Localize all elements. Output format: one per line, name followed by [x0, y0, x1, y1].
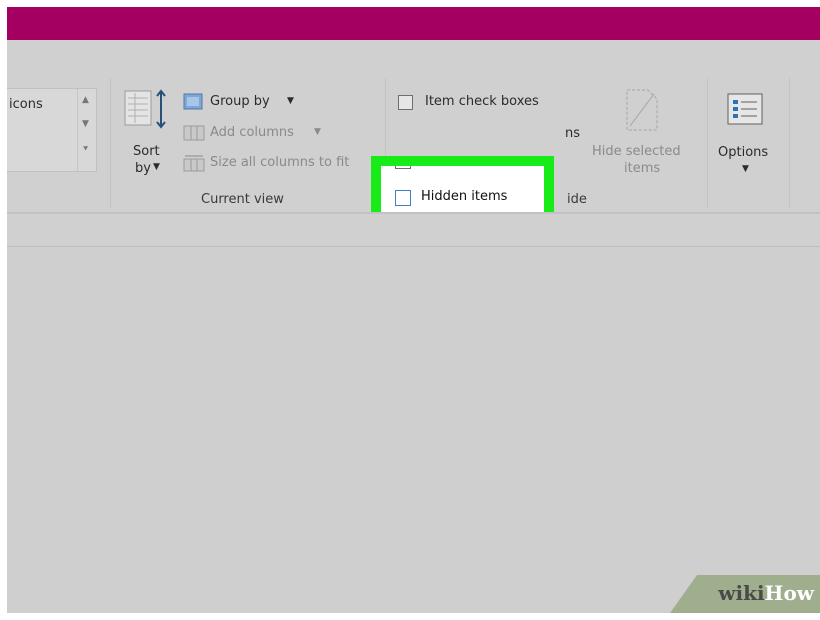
file-list-pane	[7, 248, 820, 613]
group-by-button[interactable]: Group by ▼	[183, 92, 313, 114]
gallery-expand-icon[interactable]: ⯆	[82, 145, 89, 155]
hide-selected-label: Hide selected	[592, 144, 681, 159]
sort-by-label-2: by	[135, 161, 151, 176]
file-name-extensions-checkbox-partial	[395, 166, 411, 169]
chevron-down-icon: ▼	[153, 162, 160, 172]
size-columns-label: Size all columns to fit	[210, 155, 350, 170]
current-view-group-label: Current view	[201, 192, 284, 207]
add-columns-icon	[183, 125, 205, 141]
gallery-scrollbar[interactable]: ▲ ▼ ⯆	[77, 89, 96, 171]
chevron-down-icon: ▼	[742, 164, 749, 174]
group-by-icon	[183, 93, 203, 110]
options-icon	[727, 93, 763, 125]
size-columns-button: Size all columns to fit	[183, 152, 373, 174]
ribbon-view-tab: icons ▲ ▼ ⯆ Sort by ▼ Group by ▼ Add col…	[7, 40, 820, 242]
size-columns-icon	[183, 155, 205, 172]
divider	[707, 78, 708, 208]
divider	[789, 78, 790, 208]
chevron-down-icon: ▼	[314, 127, 321, 137]
file-explorer-window: icons ▲ ▼ ⯆ Sort by ▼ Group by ▼ Add col…	[7, 7, 820, 613]
item-check-boxes-checkbox[interactable]	[398, 95, 413, 110]
gallery-down-icon[interactable]: ▼	[82, 119, 89, 129]
hidden-items-label: Hidden items	[421, 189, 508, 204]
hidden-items-toggle[interactable]: Hidden items	[395, 188, 545, 210]
add-columns-label: Add columns	[210, 125, 294, 140]
layout-gallery[interactable]: icons ▲ ▼ ⯆	[7, 88, 97, 172]
hide-selected-icon	[626, 89, 658, 131]
group-by-label: Group by	[210, 94, 270, 109]
sort-by-label: Sort	[133, 144, 160, 159]
add-columns-button: Add columns ▼	[183, 122, 333, 144]
hide-selected-items-button: Hide selected items	[592, 88, 692, 184]
chevron-down-icon: ▼	[287, 96, 294, 106]
options-label: Options	[718, 145, 769, 160]
show-hide-group-label-partial: ide	[567, 192, 587, 207]
title-bar	[7, 7, 820, 40]
gallery-up-icon[interactable]: ▲	[82, 95, 89, 105]
wikihow-logo-text: wikiHow	[718, 581, 814, 605]
options-button[interactable]: Options ▼	[712, 88, 782, 184]
sort-by-icon	[124, 89, 166, 129]
address-bar-area	[7, 214, 820, 247]
divider	[110, 78, 111, 208]
item-check-boxes-label: Item check boxes	[425, 94, 539, 109]
hide-selected-label-2: items	[624, 161, 661, 176]
file-name-extensions-label-partial: ns	[565, 126, 581, 141]
sort-by-button[interactable]: Sort by ▼	[119, 84, 174, 184]
hidden-items-checkbox[interactable]	[395, 190, 411, 206]
item-check-boxes-toggle[interactable]: Item check boxes	[398, 94, 568, 114]
layout-icons-option[interactable]: icons	[9, 97, 43, 112]
